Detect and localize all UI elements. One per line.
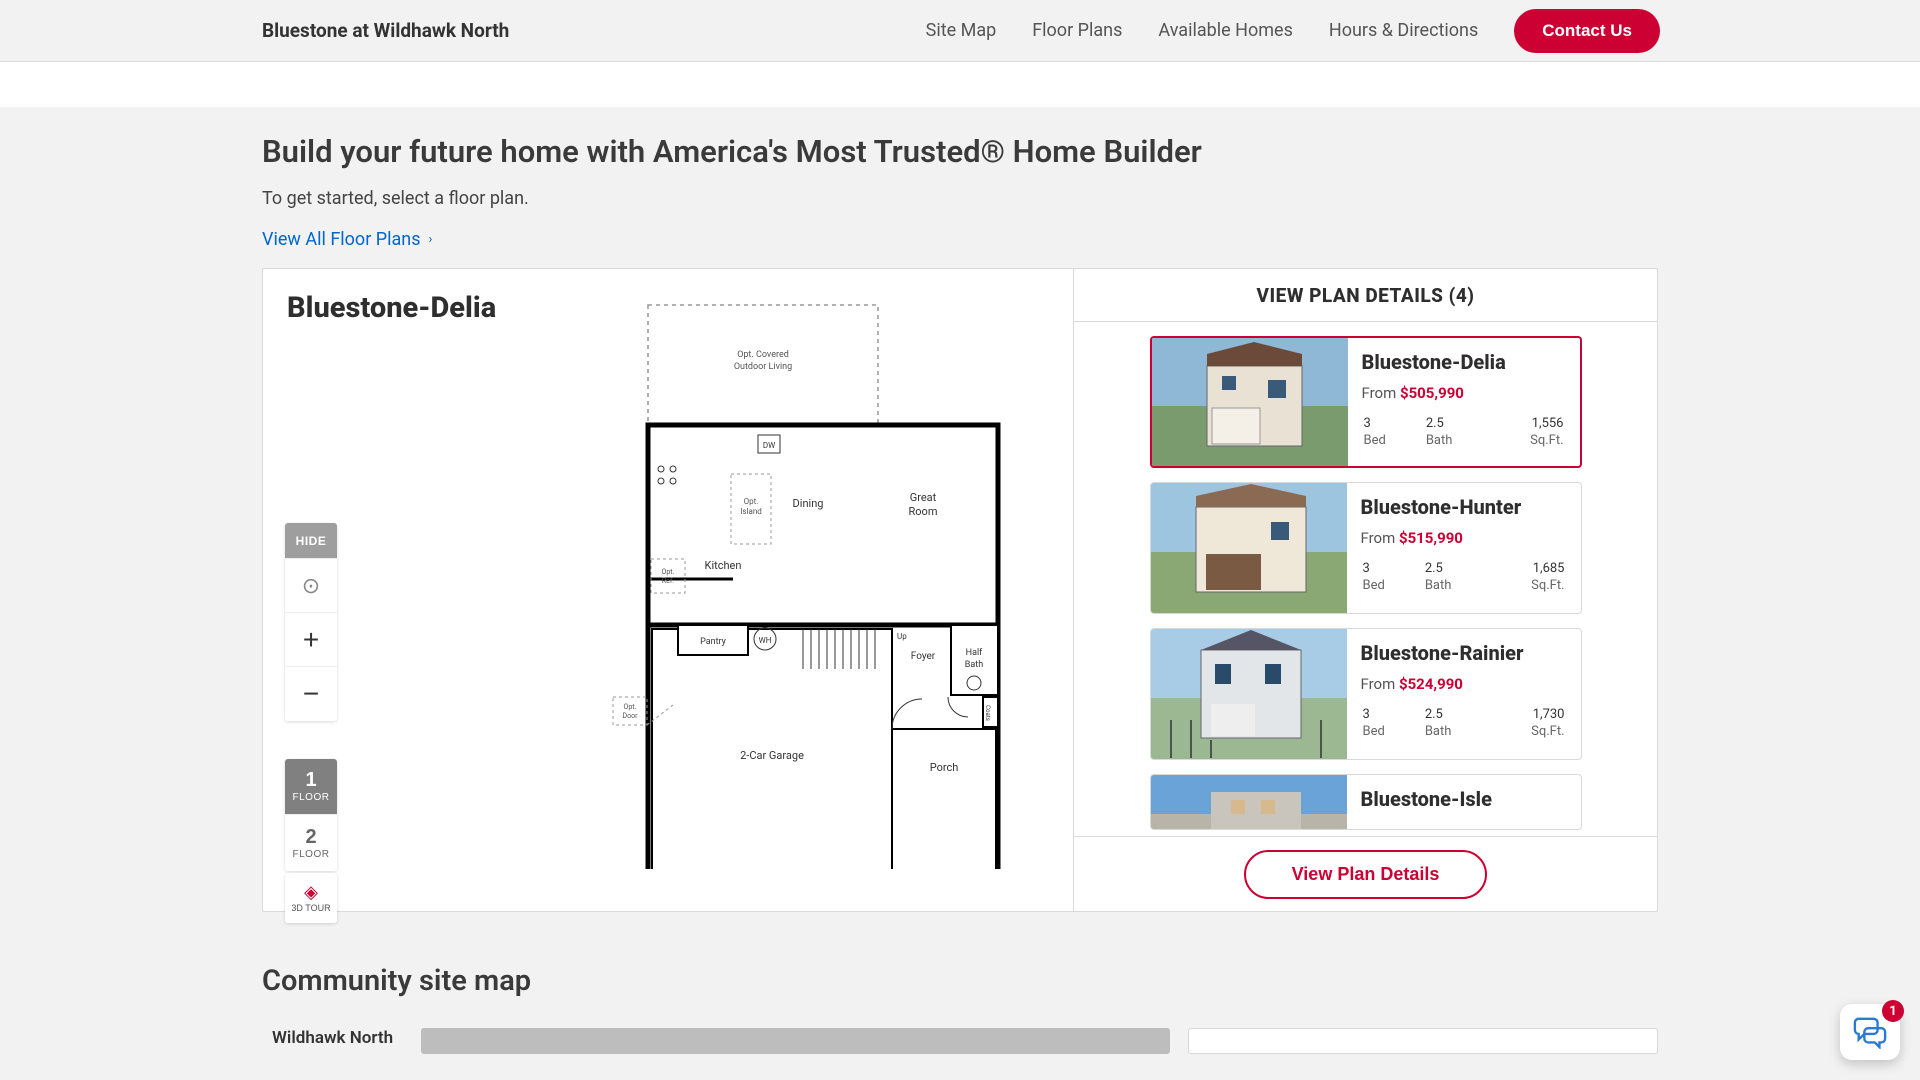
room-label-dining: Dining bbox=[793, 497, 824, 510]
plan-thumb bbox=[1151, 483, 1347, 613]
cube-icon: ◈ bbox=[304, 883, 318, 901]
plan-name: Bluestone-Rainier bbox=[1361, 641, 1567, 665]
minus-icon: − bbox=[303, 678, 319, 710]
tour-control: ◈ 3D TOUR bbox=[285, 873, 337, 923]
recenter-button[interactable]: ⊙ bbox=[285, 559, 337, 613]
zoom-out-button[interactable]: − bbox=[285, 667, 337, 721]
plan-thumb bbox=[1152, 338, 1348, 466]
plan-stats: 3Bed 2.5Bath 1,556Sq.Ft. bbox=[1362, 416, 1566, 450]
plan-list[interactable]: Bluestone-Delia From $505,990 3Bed 2.5Ba… bbox=[1074, 322, 1657, 836]
contact-us-button[interactable]: Contact Us bbox=[1514, 9, 1660, 53]
plan-stats: 3Bed 2.5Bath 1,730Sq.Ft. bbox=[1361, 707, 1567, 741]
plan-stats: 3Bed 2.5Bath 1,685Sq.Ft. bbox=[1361, 561, 1567, 595]
plan-name: Bluestone-Isle bbox=[1361, 787, 1567, 811]
svg-text:Ref.: Ref. bbox=[662, 577, 674, 585]
plan-info: Bluestone-Hunter From $515,990 3Bed 2.5B… bbox=[1347, 483, 1581, 613]
plan-card-rainier[interactable]: Bluestone-Rainier From $524,990 3Bed 2.5… bbox=[1150, 628, 1582, 760]
brand-title: Bluestone at Wildhawk North bbox=[262, 19, 509, 42]
room-label-porch: Porch bbox=[930, 761, 959, 774]
plan-card-hunter[interactable]: Bluestone-Hunter From $515,990 3Bed 2.5B… bbox=[1150, 482, 1582, 614]
svg-text:DW: DW bbox=[763, 441, 775, 450]
plus-icon: + bbox=[303, 624, 319, 656]
svg-text:Opt.: Opt. bbox=[744, 497, 759, 506]
plan-price: From $505,990 bbox=[1362, 384, 1566, 402]
svg-text:Island: Island bbox=[740, 507, 762, 516]
site-map-bar bbox=[421, 1028, 1170, 1054]
plan-name: Bluestone-Delia bbox=[1362, 350, 1566, 374]
nav-site-map[interactable]: Site Map bbox=[926, 20, 997, 41]
3d-tour-label: 3D TOUR bbox=[291, 903, 330, 913]
svg-text:Opt.: Opt. bbox=[662, 568, 675, 576]
chat-badge-count: 1 bbox=[1882, 1000, 1904, 1022]
site-map-tab[interactable]: Wildhawk North bbox=[262, 1028, 403, 1054]
floor-1-button[interactable]: 1 FLOOR bbox=[285, 759, 337, 815]
floor-1-number: 1 bbox=[305, 770, 316, 790]
site-map-controls: Wildhawk North bbox=[262, 1028, 1658, 1054]
floorplan-card-wrap: Bluestone-Delia HIDE ⊙ + − 1 FLOOR bbox=[0, 260, 1920, 912]
floorplan-viewer: Bluestone-Delia HIDE ⊙ + − 1 FLOOR bbox=[263, 269, 1074, 911]
plan-list-footer: View Plan Details bbox=[1074, 836, 1657, 911]
svg-text:Up: Up bbox=[897, 632, 907, 641]
plan-card-delia[interactable]: Bluestone-Delia From $505,990 3Bed 2.5Ba… bbox=[1150, 336, 1582, 468]
floor-2-label: FLOOR bbox=[293, 849, 330, 860]
svg-text:Bath: Bath bbox=[965, 660, 983, 670]
hide-button[interactable]: HIDE bbox=[285, 523, 337, 559]
chat-button[interactable]: 1 bbox=[1840, 1004, 1900, 1060]
section-heading: Build your future home with America's Mo… bbox=[262, 133, 1658, 170]
plan-thumb bbox=[1151, 629, 1347, 759]
site-map-section: Community site map Wildhawk North bbox=[0, 912, 1920, 1054]
svg-text:WH: WH bbox=[759, 636, 772, 645]
svg-text:Half: Half bbox=[966, 648, 984, 658]
plan-thumb bbox=[1151, 775, 1347, 829]
plan-list-panel: VIEW PLAN DETAILS (4) bbox=[1074, 269, 1657, 911]
floorplan-card: Bluestone-Delia HIDE ⊙ + − 1 FLOOR bbox=[262, 268, 1658, 912]
plan-name: Bluestone-Hunter bbox=[1361, 495, 1567, 519]
floorplan-drawing[interactable]: Opt. Covered Outdoor Living Dining Great… bbox=[503, 299, 1023, 869]
room-label-kitchen: Kitchen bbox=[705, 559, 742, 572]
view-plan-details-button[interactable]: View Plan Details bbox=[1244, 850, 1488, 899]
plan-price: From $515,990 bbox=[1361, 529, 1567, 547]
view-all-label: View All Floor Plans bbox=[262, 229, 421, 250]
viewer-controls: HIDE ⊙ + − bbox=[285, 523, 337, 721]
svg-text:Door: Door bbox=[623, 712, 639, 720]
floor-1-label: FLOOR bbox=[293, 792, 330, 803]
room-label-outdoor: Opt. Covered bbox=[737, 350, 789, 360]
zoom-in-button[interactable]: + bbox=[285, 613, 337, 667]
svg-text:Outdoor Living: Outdoor Living bbox=[734, 362, 792, 372]
top-nav: Site Map Floor Plans Available Homes Hou… bbox=[926, 9, 1660, 53]
plan-list-header: VIEW PLAN DETAILS (4) bbox=[1074, 269, 1657, 322]
floor-selector: 1 FLOOR 2 FLOOR bbox=[285, 759, 337, 871]
intro-section: Build your future home with America's Mo… bbox=[0, 107, 1920, 260]
3d-tour-button[interactable]: ◈ 3D TOUR bbox=[285, 873, 337, 923]
nav-floor-plans[interactable]: Floor Plans bbox=[1032, 20, 1122, 41]
header: Bluestone at Wildhawk North Site Map Flo… bbox=[0, 0, 1920, 62]
svg-text:Opt.: Opt. bbox=[624, 703, 637, 711]
nav-available-homes[interactable]: Available Homes bbox=[1158, 20, 1292, 41]
plan-info: Bluestone-Isle bbox=[1347, 775, 1581, 829]
crosshair-icon: ⊙ bbox=[302, 573, 320, 599]
site-map-panel bbox=[1188, 1028, 1658, 1054]
floor-2-number: 2 bbox=[305, 827, 316, 847]
nav-hours-directions[interactable]: Hours & Directions bbox=[1329, 20, 1478, 41]
svg-text:Room: Room bbox=[909, 505, 938, 518]
room-label-foyer: Foyer bbox=[911, 651, 936, 662]
section-subheading: To get started, select a floor plan. bbox=[262, 188, 1658, 209]
svg-text:Coats: Coats bbox=[984, 705, 991, 721]
plan-info: Bluestone-Delia From $505,990 3Bed 2.5Ba… bbox=[1348, 338, 1580, 466]
room-label-pantry: Pantry bbox=[700, 637, 727, 647]
divider-band bbox=[0, 62, 1920, 107]
view-all-floor-plans-link[interactable]: View All Floor Plans › bbox=[262, 229, 432, 250]
room-label-garage: 2-Car Garage bbox=[740, 749, 804, 762]
floor-2-button[interactable]: 2 FLOOR bbox=[285, 815, 337, 871]
chevron-right-icon: › bbox=[429, 232, 433, 247]
plan-info: Bluestone-Rainier From $524,990 3Bed 2.5… bbox=[1347, 629, 1581, 759]
plan-card-isle[interactable]: Bluestone-Isle bbox=[1150, 774, 1582, 830]
plan-price: From $524,990 bbox=[1361, 675, 1567, 693]
site-map-heading: Community site map bbox=[262, 964, 1658, 998]
svg-text:Great: Great bbox=[910, 491, 937, 504]
